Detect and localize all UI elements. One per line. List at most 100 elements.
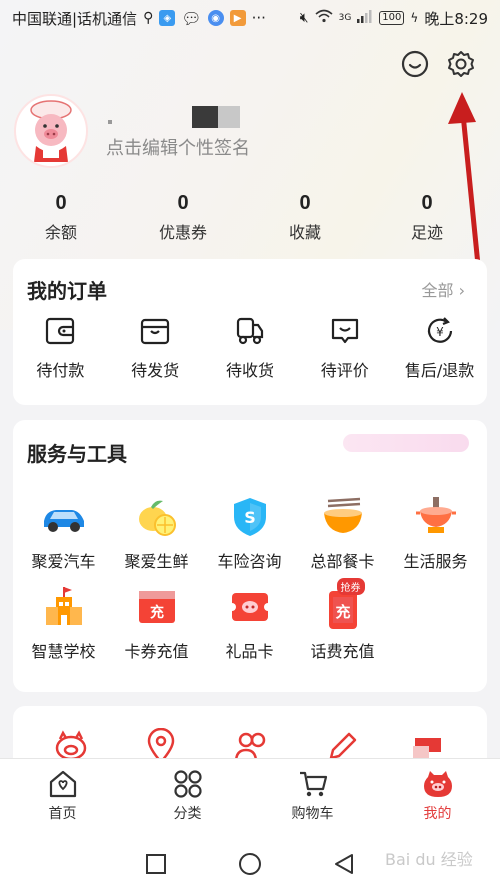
stat-value: 0 <box>299 192 311 214</box>
usb-icon: ⚲ <box>143 10 154 26</box>
tab-mine[interactable]: 我的 <box>375 759 500 838</box>
service-life[interactable]: 生活服务 <box>389 494 482 572</box>
wifi-icon <box>315 9 333 27</box>
watermark: Bai du 经验 <box>385 850 473 869</box>
promo-banner[interactable] <box>343 434 469 452</box>
refund-icon: ¥ <box>427 317 452 343</box>
battery-indicator: 100 <box>379 11 405 25</box>
username-redacted <box>108 106 248 128</box>
stat-balance[interactable]: 0 余额 <box>0 192 122 243</box>
annotation-arrow <box>440 90 490 274</box>
services-title: 服务与工具 <box>27 442 127 466</box>
chevron-right-icon: › <box>458 281 465 300</box>
service-label: 总部餐卡 <box>310 552 375 571</box>
shield-icon: S <box>226 494 274 540</box>
order-pending-payment[interactable]: 待付款 <box>15 315 105 381</box>
stat-value: 0 <box>55 192 67 214</box>
signal-icon <box>357 9 373 27</box>
tab-home[interactable]: 首页 <box>0 759 125 838</box>
tab-label: 首页 <box>48 806 77 822</box>
service-coupon-recharge[interactable]: 充 卡券充值 <box>110 584 203 662</box>
service-label: 生活服务 <box>403 552 468 571</box>
comment-icon <box>331 318 358 344</box>
service-auto[interactable]: 聚爱汽车 <box>17 494 110 572</box>
app-shield-icon: ◈ <box>159 10 176 26</box>
tab-label: 我的 <box>423 806 452 822</box>
home-nav-icon[interactable] <box>238 852 262 876</box>
service-label: 聚爱生鲜 <box>124 552 189 571</box>
order-label: 待收货 <box>225 361 274 380</box>
truck-icon <box>236 317 264 345</box>
account-stats: 0 余额 0 优惠券 0 收藏 0 足迹 <box>0 192 500 243</box>
service-gift-card[interactable]: 礼品卡 <box>203 584 296 662</box>
cart-icon <box>299 771 327 797</box>
phone-recharge-icon: 充 抢券 <box>319 578 367 630</box>
order-pending-receipt[interactable]: 待收货 <box>205 315 295 381</box>
service-meal-card[interactable]: 总部餐卡 <box>296 494 389 572</box>
svg-text:¥: ¥ <box>436 325 444 339</box>
service-label: 智慧学校 <box>31 642 96 661</box>
hotpot-icon <box>412 494 460 540</box>
carrier-label: 中国联通|话机通信 <box>12 9 138 28</box>
service-insurance[interactable]: S 车险咨询 <box>203 494 296 572</box>
service-phone-recharge[interactable]: 充 抢券 话费充值 <box>296 578 389 662</box>
stat-label: 余额 <box>44 223 77 242</box>
service-label: 礼品卡 <box>225 642 274 661</box>
more-notifications-icon: ··· <box>251 9 266 27</box>
orders-title: 我的订单 <box>27 279 107 303</box>
stat-label: 优惠券 <box>158 223 207 242</box>
all-label: 全部 <box>421 281 454 300</box>
order-pending-review[interactable]: 待评价 <box>300 315 390 381</box>
service-label: 车险咨询 <box>217 552 282 571</box>
coupon-recharge-icon: 充 <box>133 584 181 630</box>
school-icon <box>40 584 88 630</box>
status-bar: 中国联通|话机通信 ⚲ ◈ 💬︎ ◉ ▶ ··· 🔇︎ 3G 100 ϟ 晚上8… <box>0 0 500 36</box>
back-icon[interactable] <box>333 853 355 875</box>
bottom-tab-bar: 首页 分类 购物车 我的 <box>0 758 500 838</box>
avatar[interactable] <box>14 94 88 168</box>
gift-card-icon <box>226 584 274 630</box>
stat-favorites[interactable]: 0 收藏 <box>244 192 366 243</box>
stat-footprints[interactable]: 0 足迹 <box>366 192 488 243</box>
wallet-icon <box>46 317 75 345</box>
service-school[interactable]: 智慧学校 <box>17 584 110 662</box>
orders-all-link[interactable]: 全部 › <box>421 277 465 301</box>
clock: 晚上8:29 <box>424 9 488 28</box>
signature-text[interactable]: 点击编辑个性签名 <box>106 134 250 160</box>
recent-apps-icon[interactable] <box>145 853 167 875</box>
service-label: 聚爱汽车 <box>31 552 96 571</box>
chat-smile-icon[interactable] <box>398 47 432 81</box>
stat-label: 收藏 <box>288 223 321 242</box>
lemon-icon <box>133 494 181 540</box>
category-icon <box>173 770 202 798</box>
car-icon <box>40 494 88 540</box>
service-fresh[interactable]: 聚爱生鲜 <box>110 494 203 572</box>
order-label: 待发货 <box>131 361 180 380</box>
mute-icon: 🔇︎ <box>299 10 309 26</box>
stat-label: 足迹 <box>410 223 443 242</box>
services-card: 服务与工具 聚爱汽车 聚爱生鲜 S 车险咨询 总部餐卡 生活服务 智慧学校 充 … <box>13 420 487 692</box>
service-label: 卡券充值 <box>124 642 189 661</box>
tab-category[interactable]: 分类 <box>125 759 250 838</box>
grab-coupon-badge: 抢券 <box>336 578 365 595</box>
piggy-profile-icon <box>423 771 452 797</box>
order-label: 待付款 <box>36 361 85 380</box>
video-app-icon: ▶ <box>229 10 246 26</box>
home-icon <box>49 770 76 798</box>
order-after-sales[interactable]: ¥ 售后/退款 <box>395 315 485 381</box>
browser-icon: ◉ <box>207 10 224 26</box>
network-type: 3G <box>338 13 352 23</box>
stat-coupons[interactable]: 0 优惠券 <box>122 192 244 243</box>
charging-icon: ϟ <box>410 11 419 25</box>
recharge-char: 充 <box>150 604 164 621</box>
stat-value: 0 <box>421 192 433 214</box>
noodle-bowl-icon <box>319 494 367 540</box>
gear-icon[interactable] <box>444 47 478 81</box>
order-label: 售后/退款 <box>404 361 475 380</box>
orders-card: 我的订单 全部 › 待付款 待发货 待收货 待评价 ¥ 售后/退款 <box>13 259 487 405</box>
phone-recharge-char: 充 <box>335 603 350 621</box>
tab-cart[interactable]: 购物车 <box>250 759 375 838</box>
order-pending-shipment[interactable]: 待发货 <box>110 315 200 381</box>
stat-value: 0 <box>177 192 189 214</box>
service-label: 话费充值 <box>310 642 375 661</box>
